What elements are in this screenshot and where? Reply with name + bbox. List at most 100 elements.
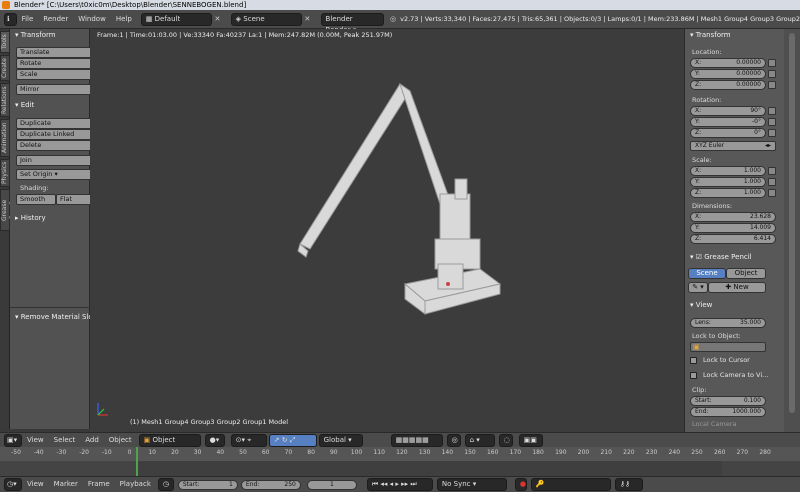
- crane-model[interactable]: [290, 79, 510, 319]
- render-preview-icon[interactable]: ▣▣: [518, 433, 543, 447]
- menu-render[interactable]: Render: [38, 10, 73, 29]
- menu-file[interactable]: File: [17, 10, 39, 29]
- layer-lock-icon[interactable]: ◎: [446, 433, 461, 447]
- menu-view[interactable]: View: [22, 475, 49, 492]
- menu-marker[interactable]: Marker: [49, 475, 83, 492]
- grease-pencil-panel-header[interactable]: ▾ ☑ Grease Pencil: [685, 251, 752, 263]
- shading-icon[interactable]: ●▾: [204, 433, 225, 447]
- menu-window[interactable]: Window: [73, 10, 111, 29]
- lens-field[interactable]: Lens: 35.000: [690, 318, 766, 328]
- dimension-x-field[interactable]: X: 23.628: [690, 212, 776, 222]
- sync-select[interactable]: No Sync ▾: [436, 478, 507, 491]
- smooth-button[interactable]: Smooth: [16, 194, 56, 205]
- lock-icon[interactable]: [768, 189, 776, 197]
- duplicate-button[interactable]: Duplicate: [16, 118, 96, 129]
- scene-field[interactable]: ◈ Scene: [230, 12, 303, 26]
- tab-relations[interactable]: Relations: [0, 83, 10, 117]
- scale-y-field[interactable]: Y: 1.000: [690, 177, 766, 187]
- pencil-icon[interactable]: ✎ ▾: [688, 282, 708, 293]
- preview-range-icon[interactable]: ◷: [157, 478, 174, 491]
- transform-panel-header[interactable]: ▾ Transform: [10, 29, 56, 41]
- rotate-button[interactable]: Rotate: [16, 58, 96, 69]
- playback-controls[interactable]: ⏮ ◂◂ ◂ ▸ ▸▸ ⏭: [366, 478, 433, 491]
- close-icon[interactable]: ✕: [214, 15, 222, 23]
- location-x-field[interactable]: X: 0.00000: [690, 58, 766, 68]
- rotation-mode-select[interactable]: XYZ Euler ◂▸: [690, 141, 776, 151]
- snap-icon[interactable]: ⌂ ▾: [464, 433, 495, 447]
- end-frame-field[interactable]: End: 250: [240, 479, 301, 490]
- lock-icon[interactable]: [768, 118, 776, 126]
- rotation-z-field[interactable]: Z: 0°: [690, 128, 766, 138]
- rotation-y-field[interactable]: Y: -0°: [690, 117, 766, 127]
- 3d-viewport[interactable]: Frame:1 | Time:01:03.00 | Ve:33340 Fa:40…: [90, 29, 684, 432]
- duplicate-linked-button[interactable]: Duplicate Linked: [16, 129, 96, 140]
- gp-new-button[interactable]: ✚ New: [708, 282, 766, 293]
- translate-button[interactable]: Translate: [16, 47, 96, 58]
- lock-object-field[interactable]: ▣: [690, 342, 766, 352]
- dimension-y-field[interactable]: Y: 14.009: [690, 223, 776, 233]
- set-origin-button[interactable]: Set Origin ▾: [16, 169, 96, 180]
- lock-icon[interactable]: [768, 107, 776, 115]
- history-panel-header[interactable]: ▸ History: [10, 212, 46, 224]
- edit-panel-header[interactable]: ▾ Edit: [10, 99, 34, 111]
- tab-create[interactable]: Create: [0, 55, 10, 81]
- timeline[interactable]: -50 -40 -30 -20 -10 0 10 20 30 40 50 60 70 80 90 100 110…: [0, 447, 800, 476]
- layers-icon[interactable]: ▦▦▦▦▦: [390, 433, 443, 447]
- lock-icon[interactable]: [768, 129, 776, 137]
- lock-camera-checkbox[interactable]: Lock Camera to Vi...: [690, 371, 768, 379]
- keyframe-icons[interactable]: ⚷⚷: [614, 478, 643, 491]
- close-icon[interactable]: ✕: [304, 15, 312, 23]
- scale-button[interactable]: Scale: [16, 69, 96, 80]
- rotation-x-field[interactable]: X: 90°: [690, 106, 766, 116]
- mirror-button[interactable]: Mirror: [16, 84, 96, 95]
- lock-icon[interactable]: [768, 81, 776, 89]
- lock-icon[interactable]: [768, 167, 776, 175]
- start-frame-field[interactable]: Start: 1: [177, 479, 238, 490]
- info-header: ℹ File Render Window Help ▦ Default ✕ ◈ …: [0, 10, 800, 34]
- gp-scene-button[interactable]: Scene: [688, 268, 726, 279]
- screen-layout-field[interactable]: ▦ Default: [140, 12, 213, 26]
- current-frame-marker[interactable]: [136, 447, 138, 476]
- editor-type-icon[interactable]: ◷▾: [4, 478, 22, 491]
- location-z-field[interactable]: Z: 0.00000: [690, 80, 766, 90]
- join-button[interactable]: Join: [16, 155, 96, 166]
- clip-end-field[interactable]: End: 1000.000: [690, 407, 766, 417]
- view-panel-header[interactable]: ▾ View: [685, 299, 712, 311]
- record-icon[interactable]: ●: [514, 478, 527, 491]
- timeline-tick: 30: [193, 449, 202, 456]
- tab-grease-pencil[interactable]: Grease Pencil: [0, 189, 16, 231]
- location-y-field[interactable]: Y: 0.00000: [690, 69, 766, 79]
- proportional-edit-icon[interactable]: ◌: [498, 433, 513, 447]
- lock-icon[interactable]: [768, 178, 776, 186]
- menu-frame[interactable]: Frame: [83, 475, 115, 492]
- properties-scrollbar[interactable]: [784, 29, 800, 432]
- orientation-select[interactable]: Global ▾: [318, 433, 363, 447]
- timeline-ruler[interactable]: -50 -40 -30 -20 -10 0 10 20 30 40 50 60 70 80 90 100 110…: [0, 447, 800, 461]
- frame-range: [136, 461, 722, 476]
- gp-object-button[interactable]: Object: [726, 268, 766, 279]
- editor-type-icon[interactable]: ▣▾: [4, 433, 22, 447]
- lock-icon[interactable]: [768, 70, 776, 78]
- manipulator-icons[interactable]: ↗ ↻ ⤢: [268, 433, 317, 447]
- editor-type-icon[interactable]: ℹ: [4, 12, 17, 26]
- scale-x-field[interactable]: X: 1.000: [690, 166, 766, 176]
- lock-to-cursor-checkbox[interactable]: Lock to Cursor: [690, 356, 750, 364]
- menu-help[interactable]: Help: [111, 10, 137, 29]
- dimension-z-field[interactable]: Z: 6.414: [690, 234, 776, 244]
- tab-animation[interactable]: Animation: [0, 119, 10, 157]
- menu-playback[interactable]: Playback: [115, 475, 156, 492]
- scale-z-field[interactable]: Z: 1.000: [690, 188, 766, 198]
- lock-icon[interactable]: [768, 59, 776, 67]
- operator-panel-header[interactable]: ▾ Remove Material Slot: [10, 311, 90, 323]
- transform-panel-header[interactable]: ▾ Transform: [685, 29, 731, 41]
- render-engine-select[interactable]: Blender Render ▾: [320, 12, 384, 34]
- clip-start-field[interactable]: Start: 0.100: [690, 396, 766, 406]
- keying-set-field[interactable]: 🔑: [530, 478, 611, 491]
- current-frame-field[interactable]: 1: [306, 479, 357, 490]
- scrollbar-thumb[interactable]: [789, 33, 795, 413]
- delete-button[interactable]: Delete: [16, 140, 96, 151]
- mode-select[interactable]: ▣ Object Mode ▾: [138, 433, 201, 455]
- tab-tools[interactable]: Tools: [0, 31, 10, 53]
- pivot-icon[interactable]: ⊙▾ ⌖: [230, 433, 267, 447]
- tab-physics[interactable]: Physics: [0, 159, 10, 187]
